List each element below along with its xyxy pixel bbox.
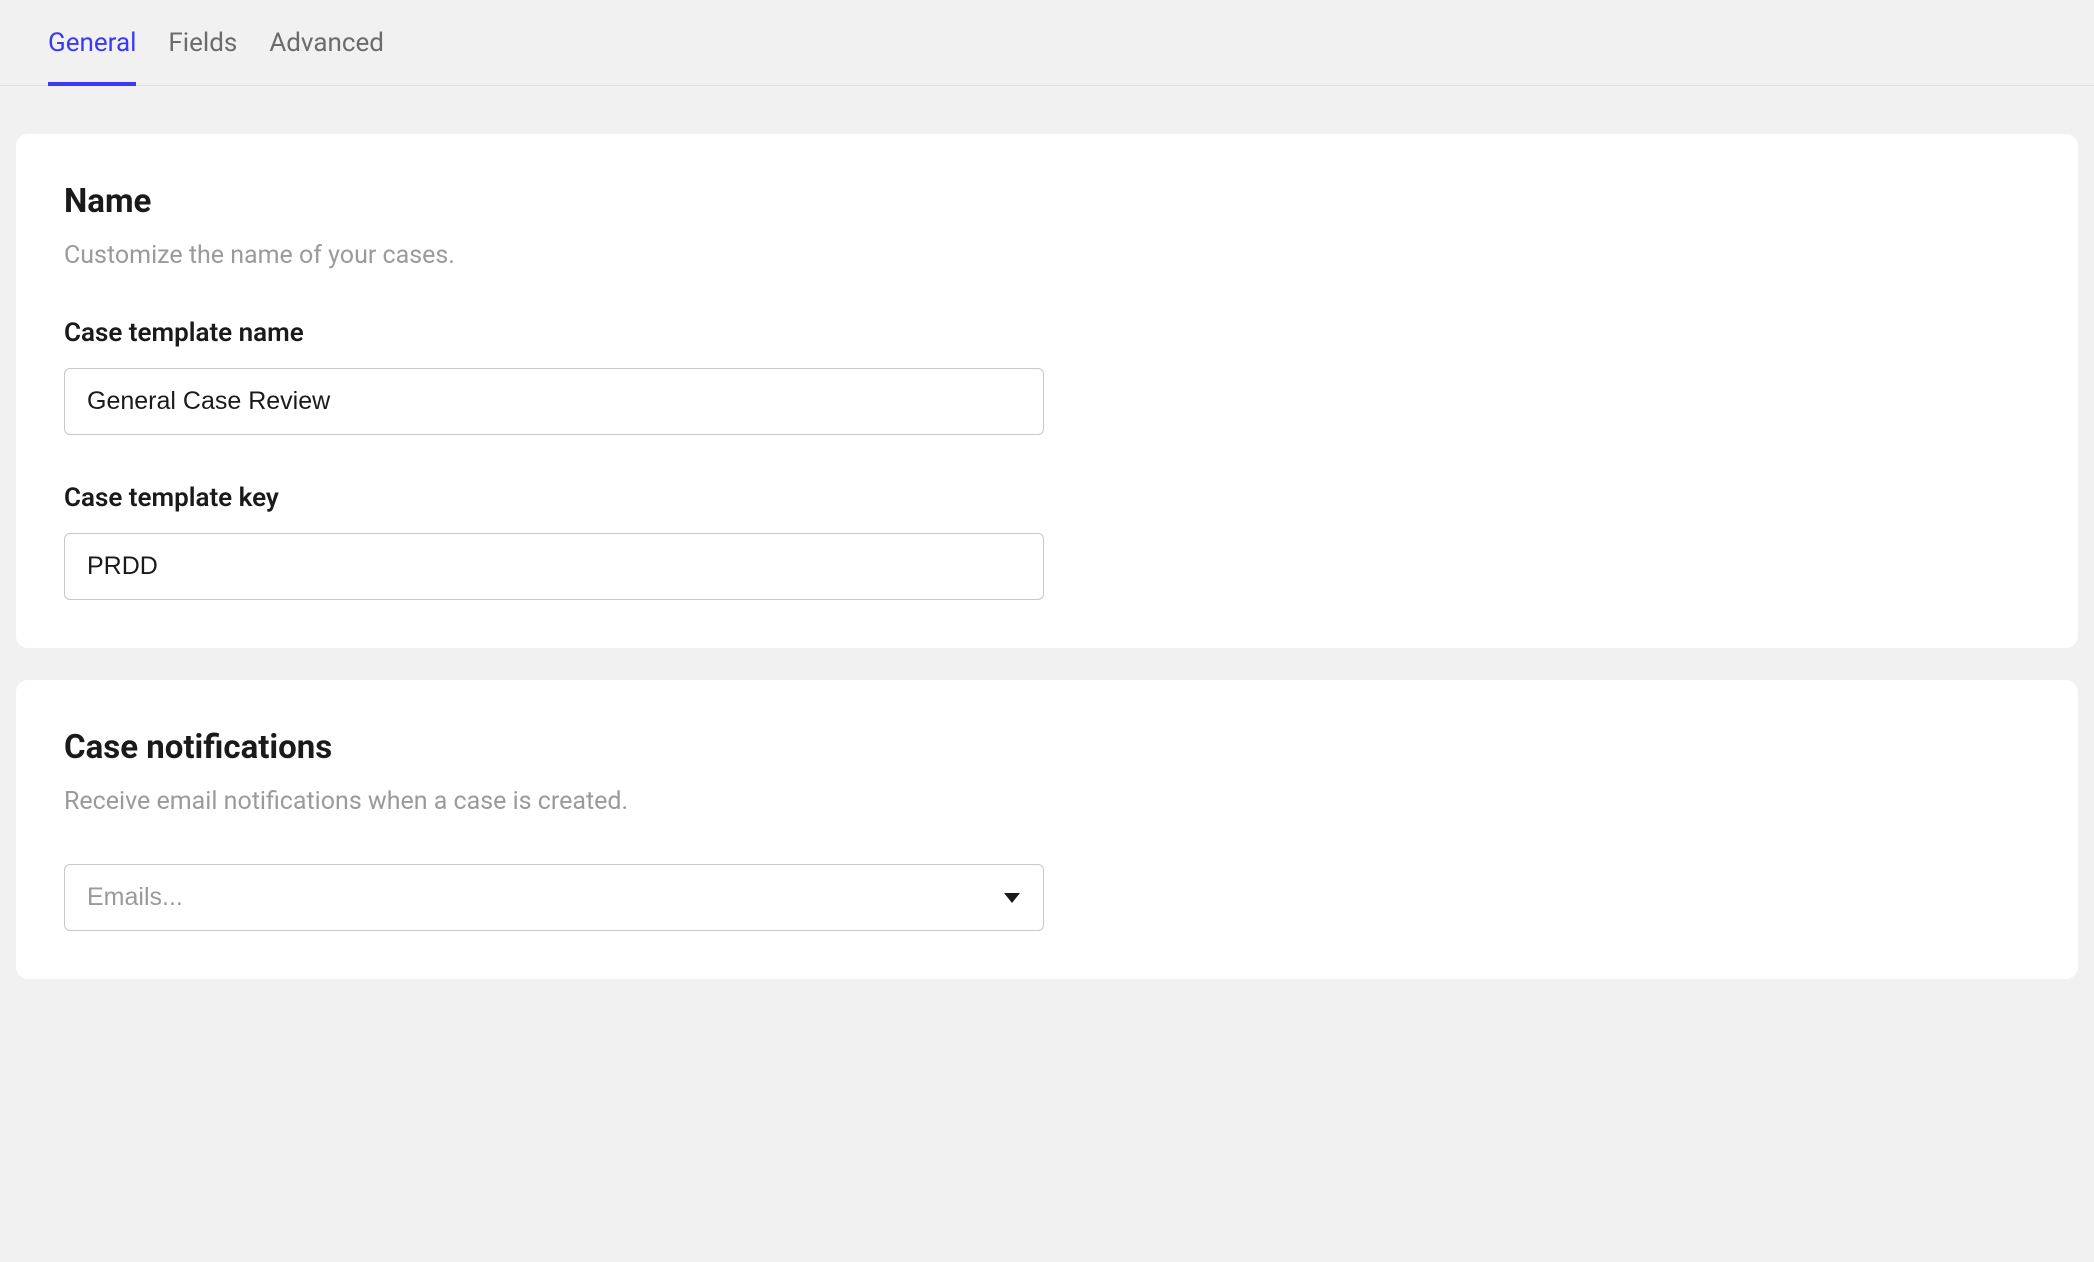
template-key-label: Case template key	[64, 483, 2030, 513]
tab-general[interactable]: General	[48, 0, 136, 86]
template-name-label: Case template name	[64, 318, 2030, 348]
emails-select-group: Emails...	[64, 864, 2030, 931]
tabs-bar: General Fields Advanced	[0, 0, 2094, 86]
template-name-group: Case template name	[64, 318, 2030, 435]
notifications-section-title: Case notifications	[64, 728, 2030, 767]
notifications-section-description: Receive email notifications when a case …	[64, 787, 2030, 816]
content-area: Name Customize the name of your cases. C…	[0, 86, 2094, 1027]
notifications-card: Case notifications Receive email notific…	[16, 680, 2078, 979]
emails-select[interactable]: Emails...	[64, 864, 1044, 931]
name-section-title: Name	[64, 182, 2030, 221]
template-name-input[interactable]	[64, 368, 1044, 435]
tab-advanced[interactable]: Advanced	[269, 0, 384, 86]
name-card: Name Customize the name of your cases. C…	[16, 134, 2078, 648]
name-section-description: Customize the name of your cases.	[64, 241, 2030, 270]
template-key-group: Case template key	[64, 483, 2030, 600]
tab-fields[interactable]: Fields	[168, 0, 237, 86]
emails-select-wrapper: Emails...	[64, 864, 1044, 931]
template-key-input[interactable]	[64, 533, 1044, 600]
